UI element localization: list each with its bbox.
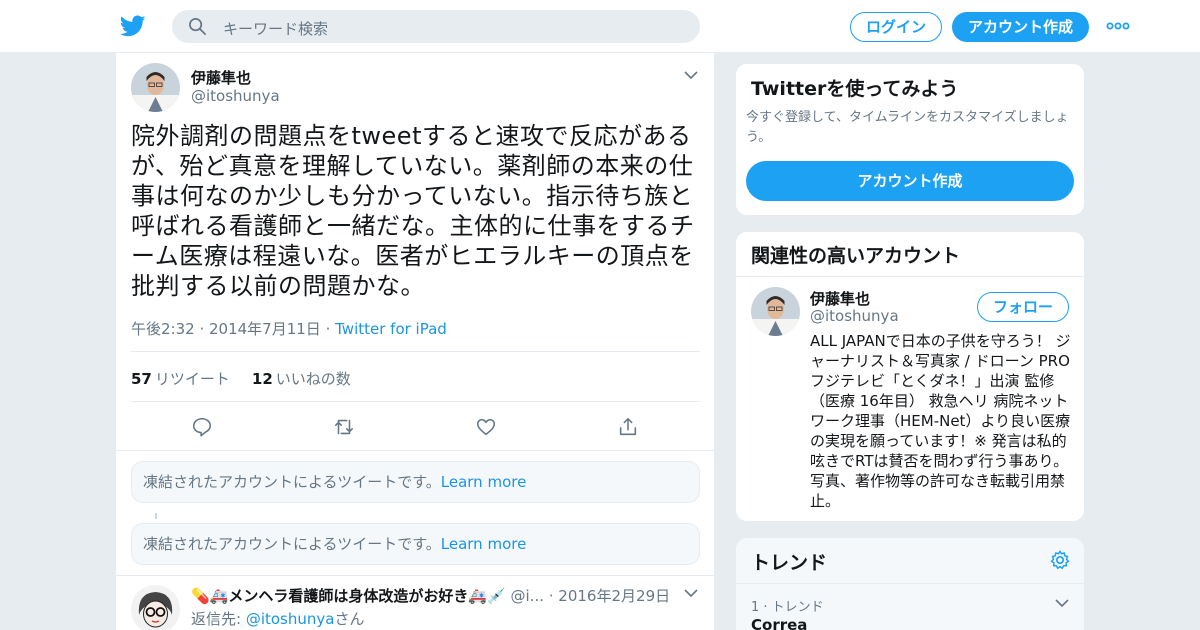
suspended-notice: 凍結されたアカウントによるツイートです。Learn more bbox=[131, 461, 700, 503]
chevron-down-icon[interactable] bbox=[684, 70, 698, 80]
reply-date[interactable]: · 2016年2月29日 bbox=[549, 587, 670, 605]
reply-author-name[interactable]: 💊🚑メンヘラ看護師は身体改造がお好き🚑💉 bbox=[191, 587, 506, 605]
retweet-count[interactable]: 57 bbox=[131, 370, 152, 388]
tweet-text: 院外調剤の問題点をtweetすると速攻で反応があるが、殆ど真意を理解していない。… bbox=[131, 122, 695, 300]
reply-header: 💊🚑メンヘラ看護師は身体改造がお好き🚑💉 @i... · 2016年2月29日 bbox=[191, 585, 670, 606]
related-card-title: 関連性の高いアカウント bbox=[751, 245, 961, 267]
trends-title: トレンド bbox=[751, 552, 828, 574]
notice-text: 凍結されたアカウントによるツイートです。 bbox=[143, 535, 441, 553]
search-icon bbox=[189, 18, 206, 35]
trends-card: トレンド 1 · トレンド Correa bbox=[735, 537, 1085, 630]
like-count[interactable]: 12 bbox=[252, 370, 273, 388]
avatar-image bbox=[131, 63, 180, 112]
more-dots-icon[interactable] bbox=[1106, 18, 1130, 34]
learn-more-link[interactable]: Learn more bbox=[441, 473, 527, 491]
chevron-down-icon[interactable] bbox=[684, 588, 698, 598]
gear-icon[interactable] bbox=[1049, 549, 1071, 571]
thread-line bbox=[155, 513, 157, 519]
signup-card: Twitterを使ってみよう 今すぐ登録して、タイムラインをカスタマイズしましょ… bbox=[735, 63, 1085, 216]
reply-author-avatar[interactable] bbox=[131, 585, 180, 630]
related-accounts-card: 関連性の高いアカウント 伊藤隼也 @itoshunya フォロー ALL JAP… bbox=[735, 231, 1085, 522]
tweet-column: 伊藤隼也 @itoshunya 院外調剤の問題点をtweetすると速攻で反応があ… bbox=[115, 53, 715, 630]
avatar-image bbox=[131, 585, 180, 630]
tweet-meta: 午後2:32 · 2014年7月11日 · Twitter for iPad bbox=[131, 318, 447, 339]
meta-separator: · bbox=[325, 320, 336, 338]
related-account-handle[interactable]: @itoshunya bbox=[810, 307, 899, 325]
reply-to-line: 返信先: @itoshunyaさん bbox=[191, 608, 364, 629]
like-count-label[interactable]: いいねの数 bbox=[276, 370, 351, 388]
related-account-name[interactable]: 伊藤隼也 bbox=[810, 288, 870, 309]
related-account-bio: ALL JAPANで日本の子供を守ろう！ ジャーナリスト＆写真家 / ドローン … bbox=[810, 332, 1071, 510]
follow-button[interactable]: フォロー bbox=[977, 292, 1069, 322]
section-separator bbox=[116, 450, 714, 451]
avatar-image bbox=[751, 287, 800, 336]
signup-card-title: Twitterを使ってみよう bbox=[751, 78, 959, 100]
reply-to-suffix: さん bbox=[334, 610, 365, 628]
search-input[interactable]: キーワード検索 bbox=[223, 18, 328, 39]
section-separator bbox=[116, 575, 714, 576]
login-button[interactable]: ログイン bbox=[850, 12, 942, 42]
share-icon[interactable] bbox=[617, 416, 639, 438]
notice-text: 凍結されたアカウントによるツイートです。 bbox=[143, 473, 441, 491]
tweet-source-link[interactable]: Twitter for iPad bbox=[335, 320, 447, 338]
divider bbox=[131, 351, 700, 352]
author-avatar[interactable] bbox=[131, 63, 180, 112]
signup-card-button[interactable]: アカウント作成 bbox=[746, 161, 1074, 201]
top-navigation: キーワード検索 ログイン アカウント作成 bbox=[0, 0, 1200, 53]
divider bbox=[736, 276, 1084, 277]
reply-to-handle[interactable]: @itoshunya bbox=[246, 610, 335, 628]
trend-name[interactable]: Correa bbox=[751, 616, 807, 630]
reply-icon[interactable] bbox=[191, 416, 213, 438]
signup-button[interactable]: アカウント作成 bbox=[952, 12, 1089, 42]
retweet-icon[interactable] bbox=[333, 416, 355, 438]
heart-icon[interactable] bbox=[475, 416, 497, 438]
related-account-avatar[interactable] bbox=[751, 287, 800, 336]
suspended-notice: 凍結されたアカウントによるツイートです。Learn more bbox=[131, 523, 700, 565]
tweet-author-name[interactable]: 伊藤隼也 bbox=[191, 67, 251, 88]
chevron-down-icon[interactable] bbox=[1055, 598, 1069, 608]
divider bbox=[736, 583, 1084, 584]
signup-card-description: 今すぐ登録して、タイムラインをカスタマイズしましょう。 bbox=[746, 110, 1069, 145]
divider bbox=[131, 401, 700, 402]
twitter-bird-icon[interactable] bbox=[119, 13, 147, 39]
retweet-count-label[interactable]: リツイート bbox=[155, 370, 230, 388]
reply-to-prefix: 返信先: bbox=[191, 610, 246, 628]
reply-author-handle[interactable]: @i... bbox=[511, 587, 544, 605]
tweet-timestamp[interactable]: 午後2:32 · 2014年7月11日 bbox=[131, 320, 321, 338]
tweet-author-handle[interactable]: @itoshunya bbox=[191, 87, 280, 105]
learn-more-link[interactable]: Learn more bbox=[441, 535, 527, 553]
search-bar[interactable]: キーワード検索 bbox=[172, 10, 700, 43]
trend-meta: 1 · トレンド bbox=[751, 600, 824, 615]
tweet-stats: 57 リツイート 12 いいねの数 bbox=[131, 368, 351, 389]
